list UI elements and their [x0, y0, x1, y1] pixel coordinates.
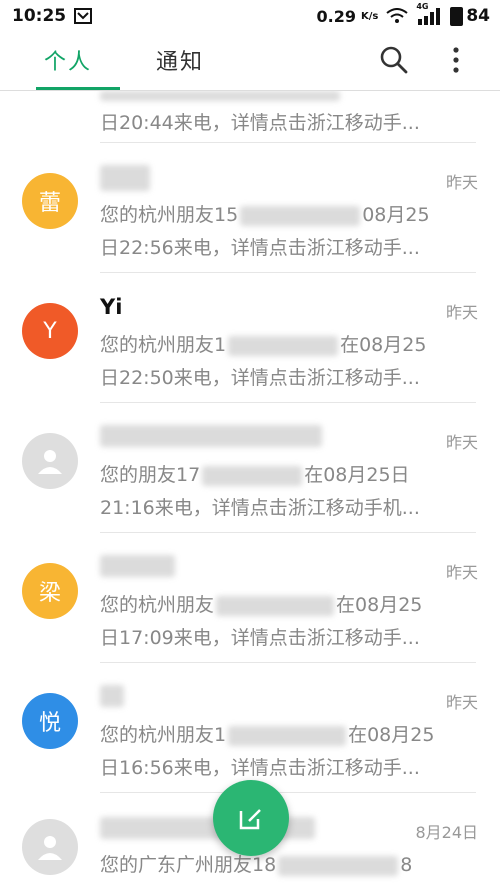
message-preview-line1: 您的杭州朋友1 在08月25	[100, 724, 435, 746]
person-icon	[38, 836, 62, 860]
message-date: 昨天	[445, 693, 478, 712]
message-preview-line2: 日17:09来电，详情点击浙江移动手...	[100, 627, 420, 649]
list-item[interactable]: 蕾 昨天 您的杭州朋友15 08月25 日22:56来电，详情点击浙江移动手...	[0, 143, 500, 273]
list-item[interactable]: Y Yi 昨天 您的杭州朋友1 在08月25 日22:50来电，详情点击浙江移动手…	[0, 273, 500, 403]
avatar: 悦	[22, 693, 78, 749]
redacted-name	[100, 685, 124, 707]
person-icon	[38, 450, 62, 474]
network-speed-unit: K/s	[360, 10, 379, 22]
redacted-name	[100, 555, 175, 577]
message-date: 8月24日	[415, 823, 478, 842]
list-item[interactable]: 梁 昨天 您的杭州朋友 在08月25 日17:09来电，详情点击浙江移动手...	[0, 533, 500, 663]
status-bar: 10:25 0.29 K/s 4G 84	[0, 0, 500, 32]
message-date: 昨天	[445, 303, 478, 322]
message-preview-line2: 日20:44来电，详情点击浙江移动手...	[100, 112, 420, 134]
list-item[interactable]: 昨天 您的朋友17 在08月25日 21:16来电，详情点击浙江移动手机...	[0, 403, 500, 533]
avatar	[22, 819, 78, 875]
message-preview-line1: 您的广东广州朋友18 8	[100, 854, 413, 876]
message-preview-line1: 您的杭州朋友1 在08月25	[100, 334, 427, 356]
redacted-name	[100, 165, 150, 191]
wifi-icon	[386, 8, 408, 23]
message-date: 昨天	[445, 433, 478, 452]
message-preview-line2: 日22:50来电，详情点击浙江移动手...	[100, 367, 420, 389]
message-preview-line1: 您的杭州朋友 在08月25	[100, 594, 423, 616]
avatar: Y	[22, 303, 78, 359]
list-item[interactable]: 悦 昨天 您的杭州朋友1 在08月25 日16:56来电，详情点击浙江移动手...	[0, 663, 500, 793]
battery-level: 84	[466, 6, 490, 26]
tab-notifications[interactable]: 通知	[156, 44, 204, 78]
message-preview-line1: 您的杭州朋友15 08月25	[100, 204, 430, 226]
message-date: 昨天	[445, 563, 478, 582]
signal-icon	[418, 8, 441, 25]
tab-personal[interactable]: 个人	[44, 44, 92, 78]
message-date: 昨天	[445, 173, 478, 192]
message-preview-line1: 您的朋友17 在08月25日	[100, 464, 410, 486]
message-list: 日20:44来电，详情点击浙江移动手... 蕾 昨天 您的杭州朋友15 08月25…	[0, 91, 500, 888]
avatar: 梁	[22, 563, 78, 619]
more-vertical-icon[interactable]	[440, 44, 472, 76]
contact-name: Yi	[100, 295, 123, 319]
message-preview-line2: 日16:56来电，详情点击浙江移动手...	[100, 757, 420, 779]
search-icon[interactable]	[378, 44, 410, 76]
message-preview-line2: 21:16来电，详情点击浙江移动手机...	[100, 497, 420, 519]
notification-icon	[74, 8, 93, 24]
message-preview-line2: 日22:56来电，详情点击浙江移动手...	[100, 237, 420, 259]
redacted-text	[100, 91, 340, 101]
avatar: 蕾	[22, 173, 78, 229]
compose-icon	[239, 809, 261, 830]
compose-button[interactable]	[213, 780, 289, 856]
battery-indicator: 84	[450, 6, 490, 26]
list-item[interactable]: 日20:44来电，详情点击浙江移动手...	[0, 91, 500, 143]
status-time: 10:25	[12, 6, 67, 26]
network-speed: 0.29	[316, 6, 356, 26]
avatar	[22, 433, 78, 489]
redacted-name	[100, 425, 322, 447]
app-bar: 个人 通知	[0, 32, 500, 91]
battery-icon	[450, 6, 464, 26]
active-tab-indicator	[36, 87, 120, 90]
